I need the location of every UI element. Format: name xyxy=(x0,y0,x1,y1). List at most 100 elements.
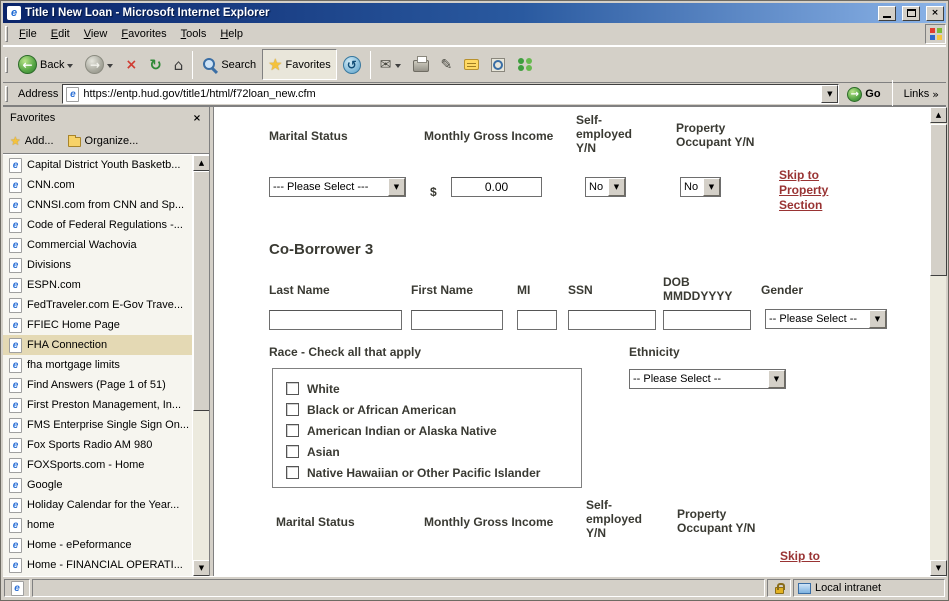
favorites-item[interactable]: e Fox Sports Radio AM 980 xyxy=(3,435,192,455)
favorites-item[interactable]: e ESPN.com xyxy=(3,275,192,295)
refresh-icon: ↻ xyxy=(149,56,162,74)
mi-input[interactable] xyxy=(517,310,557,330)
race-checkbox[interactable] xyxy=(286,424,299,437)
favorites-item[interactable]: e home xyxy=(3,515,192,535)
favorites-item[interactable]: e Holiday Calendar for the Year... xyxy=(3,495,192,515)
address-dropdown-icon[interactable]: ▼ xyxy=(821,85,838,103)
sidebar-scrollbar[interactable]: ▲ ▼ xyxy=(192,155,209,576)
mail-dropdown-icon[interactable] xyxy=(395,64,401,71)
favorites-item[interactable]: e fha mortgage limits xyxy=(3,355,192,375)
add-favorite-button[interactable]: ★ Add... xyxy=(10,134,54,148)
monthly-gross-income-header: Monthly Gross Income xyxy=(424,129,553,143)
self-employed-header: Self- employed Y/N xyxy=(586,498,658,540)
favorites-star-icon: ★ xyxy=(268,55,282,74)
history-button[interactable]: ↺ xyxy=(337,49,367,80)
monthly-income-input[interactable] xyxy=(451,177,542,197)
scroll-up-icon[interactable]: ▲ xyxy=(930,107,947,123)
favorites-item[interactable]: e Divisions xyxy=(3,255,192,275)
favorites-item[interactable]: e Home - ePeformance xyxy=(3,535,192,555)
ie-favicon: e xyxy=(9,298,22,313)
close-button[interactable]: × xyxy=(926,6,944,21)
skip-to-property-link-partial[interactable]: Skip to Property Section xyxy=(780,549,829,566)
forward-button[interactable]: → xyxy=(79,49,119,80)
research-button[interactable] xyxy=(485,49,511,80)
favorites-item[interactable]: e CNNSI.com from CNN and Sp... xyxy=(3,195,192,215)
favorites-item-label: FHA Connection xyxy=(27,339,107,351)
race-checkbox[interactable] xyxy=(286,382,299,395)
scroll-down-icon[interactable]: ▼ xyxy=(930,560,947,576)
favorites-item[interactable]: e Capital District Youth Basketb... xyxy=(3,155,192,175)
property-occupant-select[interactable]: No ▼ xyxy=(680,177,721,197)
main-scrollbar-thumb[interactable] xyxy=(930,124,947,276)
favorites-item[interactable]: e Google xyxy=(3,475,192,495)
favorites-item-label: Code of Federal Regulations -... xyxy=(27,219,183,231)
messenger-button[interactable] xyxy=(511,49,540,80)
race-checkbox[interactable] xyxy=(286,466,299,479)
marital-status-select[interactable]: --- Please Select --- ▼ xyxy=(269,177,406,197)
ie-favicon: e xyxy=(9,358,22,373)
ssn-input[interactable] xyxy=(568,310,656,330)
dob-input[interactable] xyxy=(663,310,751,330)
self-employed-select[interactable]: No ▼ xyxy=(585,177,626,197)
sidebar-scrollbar-thumb[interactable] xyxy=(193,171,209,411)
menu-edit[interactable]: Edit xyxy=(44,25,77,43)
toolbar-grip[interactable] xyxy=(5,57,8,73)
maximize-button[interactable] xyxy=(902,6,920,21)
favorites-item[interactable]: e FOXSports.com - Home xyxy=(3,455,192,475)
print-button[interactable] xyxy=(407,49,435,80)
menu-favorites[interactable]: Favorites xyxy=(114,25,173,43)
search-button[interactable]: Search xyxy=(196,49,262,80)
links-button[interactable]: Links » xyxy=(900,88,943,101)
menu-help[interactable]: Help xyxy=(213,25,250,43)
mail-button[interactable]: ✉ xyxy=(374,49,407,80)
windows-logo-icon xyxy=(925,24,946,44)
organize-favorites-button[interactable]: Organize... xyxy=(68,135,139,147)
ethnicity-select[interactable]: -- Please Select -- ▼ xyxy=(629,369,786,389)
favorites-item[interactable]: e FHA Connection xyxy=(3,335,192,355)
back-button[interactable]: ← Back xyxy=(12,49,79,80)
favorites-item[interactable]: e FedTraveler.com E-Gov Trave... xyxy=(3,295,192,315)
favorites-item[interactable]: e Find Answers (Page 1 of 51) xyxy=(3,375,192,395)
forward-dropdown-icon[interactable] xyxy=(107,64,113,71)
favorites-item[interactable]: e Commercial Wachovia xyxy=(3,235,192,255)
ie-favicon: e xyxy=(9,398,22,413)
menu-grip[interactable] xyxy=(5,26,8,42)
scroll-down-icon[interactable]: ▼ xyxy=(193,560,209,576)
dropdown-arrow-icon: ▼ xyxy=(388,178,405,196)
menu-tools[interactable]: Tools xyxy=(174,25,214,43)
favorites-close-button[interactable]: × xyxy=(189,111,205,126)
toolbar: ← Back → × ↻ ⌂ Search ★ Favorites ↺ ✉ ✎ xyxy=(3,46,946,83)
home-button[interactable]: ⌂ xyxy=(168,49,190,80)
favorites-item-label: Find Answers (Page 1 of 51) xyxy=(27,379,166,391)
stop-button[interactable]: × xyxy=(119,49,143,80)
scroll-up-icon[interactable]: ▲ xyxy=(193,155,209,171)
address-input[interactable]: e https://entp.hud.gov/title1/html/f72lo… xyxy=(62,84,839,104)
favorites-item[interactable]: e First Preston Management, In... xyxy=(3,395,192,415)
menu-file[interactable]: File xyxy=(12,25,44,43)
edit-button[interactable]: ✎ xyxy=(435,49,459,80)
favorites-item[interactable]: e FMS Enterprise Single Sign On... xyxy=(3,415,192,435)
favorites-item[interactable]: e Home - FINANCIAL OPERATI... xyxy=(3,555,192,575)
menu-view[interactable]: View xyxy=(77,25,115,43)
race-checkbox[interactable] xyxy=(286,403,299,416)
favorites-item[interactable]: e Code of Federal Regulations -... xyxy=(3,215,192,235)
refresh-button[interactable]: ↻ xyxy=(143,49,168,80)
last-name-input[interactable] xyxy=(269,310,402,330)
main-scrollbar[interactable]: ▲ ▼ xyxy=(929,107,946,576)
skip-to-property-link[interactable]: Skip to Property Section xyxy=(779,168,828,213)
minimize-button[interactable] xyxy=(878,6,896,21)
gender-select[interactable]: -- Please Select -- ▼ xyxy=(765,309,887,329)
favorites-item[interactable]: e CNN.com xyxy=(3,175,192,195)
favorites-item[interactable]: e FFIEC Home Page xyxy=(3,315,192,335)
favorites-button[interactable]: ★ Favorites xyxy=(262,49,337,80)
ie-favicon: e xyxy=(9,318,22,333)
first-name-input[interactable] xyxy=(411,310,503,330)
gender-value: -- Please Select -- xyxy=(766,313,869,325)
mi-header: MI xyxy=(517,283,530,297)
address-grip[interactable] xyxy=(5,86,8,102)
back-dropdown-icon[interactable] xyxy=(67,64,73,71)
go-button[interactable]: → Go xyxy=(843,87,884,102)
favorites-header: Favorites × xyxy=(3,107,209,129)
race-checkbox[interactable] xyxy=(286,445,299,458)
discuss-button[interactable] xyxy=(458,49,485,80)
